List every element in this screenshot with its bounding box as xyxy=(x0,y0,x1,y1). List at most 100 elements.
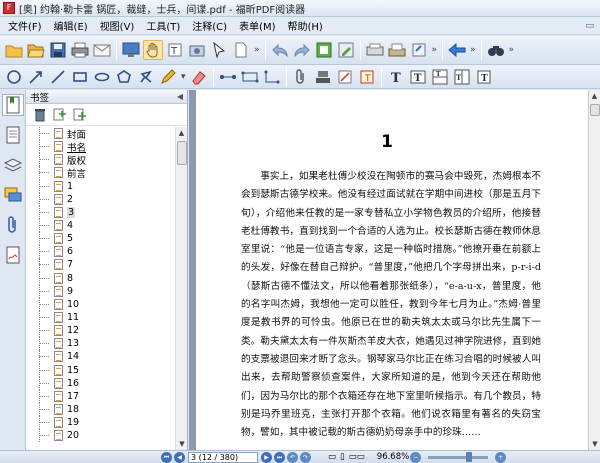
textfield-icon[interactable]: T xyxy=(452,67,472,87)
document-scrollbar[interactable]: ▲ ▼ xyxy=(588,90,600,450)
expand-bookmark-icon[interactable] xyxy=(51,106,69,124)
scroll-up-icon[interactable]: ▲ xyxy=(589,90,600,102)
prev-page-icon[interactable]: ◀ xyxy=(174,451,185,463)
scroll-thumb[interactable] xyxy=(590,104,600,116)
page-green-icon[interactable] xyxy=(314,40,334,60)
typewriter-icon[interactable] xyxy=(387,40,407,60)
layers-tab-icon[interactable] xyxy=(2,154,24,176)
text-t-icon[interactable]: T xyxy=(386,67,406,87)
go-forward-icon[interactable]: ↷ xyxy=(300,451,311,463)
toolbar-overflow-icon[interactable]: » xyxy=(470,45,476,55)
bookmark-item[interactable]: 4 xyxy=(26,218,174,233)
bookmark-item[interactable]: 14 xyxy=(26,350,174,364)
bookmark-item[interactable]: 18 xyxy=(26,402,174,417)
hand-icon[interactable] xyxy=(143,40,163,60)
bookmark-label[interactable]: 12 xyxy=(67,325,79,336)
menu-view[interactable]: 视图(V) xyxy=(94,18,141,33)
email-icon[interactable] xyxy=(92,40,112,60)
bookmark-label[interactable]: 16 xyxy=(67,378,79,389)
bookmark-item[interactable]: 5 xyxy=(26,232,174,246)
bookmark-item[interactable]: 11 xyxy=(26,310,174,325)
scroll-down-icon[interactable]: ▼ xyxy=(589,438,600,450)
add-bookmark-icon[interactable] xyxy=(71,106,89,124)
toolbar-overflow-icon[interactable]: » xyxy=(254,45,260,55)
back-icon[interactable] xyxy=(447,40,467,60)
bookmark-label[interactable]: 前言 xyxy=(67,166,86,180)
callout-icon[interactable]: T xyxy=(430,67,450,87)
menu-file[interactable]: 文件(F) xyxy=(2,18,48,33)
pencil-icon[interactable] xyxy=(158,67,178,87)
bookmark-label[interactable]: 10 xyxy=(67,299,79,310)
file-icon[interactable] xyxy=(231,40,251,60)
continuous-icon[interactable]: ▯ xyxy=(340,452,345,462)
bookmark-item[interactable]: 12 xyxy=(26,324,174,338)
attachments-tab-icon[interactable] xyxy=(2,214,24,236)
comments-tab-icon[interactable] xyxy=(2,184,24,206)
bookmark-item[interactable]: 书名 xyxy=(26,140,174,154)
area-icon[interactable] xyxy=(240,67,260,87)
go-back-icon[interactable]: ↶ xyxy=(287,451,298,463)
open-icon[interactable] xyxy=(26,40,46,60)
bookmark-label[interactable]: 6 xyxy=(67,246,73,257)
zoom-in-icon[interactable]: + xyxy=(495,451,507,463)
dropdown-icon[interactable]: ▾ xyxy=(181,72,186,82)
zoom-value[interactable]: 96.68% xyxy=(377,452,409,462)
polyline-icon[interactable] xyxy=(136,67,156,87)
bookmarks-tab-icon[interactable] xyxy=(2,94,24,116)
bookmark-scrollbar[interactable]: ▲ ▼ xyxy=(175,127,187,450)
replace-icon[interactable] xyxy=(335,67,355,87)
bookmark-item[interactable]: 2 xyxy=(26,192,174,206)
bookmark-item[interactable]: 9 xyxy=(26,284,174,298)
scroll-down-icon[interactable]: ▼ xyxy=(176,438,188,450)
scroll-thumb[interactable] xyxy=(177,141,187,165)
binoculars-icon[interactable] xyxy=(486,40,506,60)
single-page-icon[interactable]: ▭ xyxy=(328,452,336,462)
bookmark-item[interactable]: 1 xyxy=(26,179,174,193)
bookmark-item[interactable]: 7 xyxy=(26,258,174,272)
bookmark-label[interactable]: 19 xyxy=(67,417,79,428)
print-icon[interactable] xyxy=(70,40,90,60)
last-page-icon[interactable]: ⏭ xyxy=(274,451,285,463)
new-folder-icon[interactable] xyxy=(4,40,24,60)
collapse-panel-icon[interactable]: ◀ xyxy=(177,92,183,101)
bookmark-label[interactable]: 7 xyxy=(67,259,73,270)
arrow-icon[interactable] xyxy=(26,67,46,87)
bookmark-label[interactable]: 封面 xyxy=(67,127,86,141)
bookmark-item[interactable]: 13 xyxy=(26,337,174,351)
bookmark-item[interactable]: 15 xyxy=(26,363,174,377)
bookmark-item[interactable]: 8 xyxy=(26,271,174,285)
circle-icon[interactable] xyxy=(4,67,24,87)
bookmark-label[interactable]: 2 xyxy=(67,194,73,205)
undo-icon[interactable] xyxy=(270,40,290,60)
perimeter-icon[interactable] xyxy=(262,67,282,87)
zoom-slider-knob[interactable] xyxy=(466,451,473,462)
menu-tools[interactable]: 工具(T) xyxy=(140,18,186,33)
textbox-icon[interactable]: T xyxy=(408,67,428,87)
facing-icon[interactable]: ▭▭ xyxy=(349,452,365,462)
pdf-page[interactable]: 1 事实上，如果老杜傅少校没在陶顿市的赛马会中毁死，杰姆根本不会到瑟斯古德学校来… xyxy=(196,90,588,450)
attach-icon[interactable] xyxy=(409,40,429,60)
scanner-icon[interactable] xyxy=(365,40,385,60)
bookmark-item[interactable]: 3 xyxy=(26,205,174,219)
screen-icon[interactable] xyxy=(121,40,141,60)
bookmark-label[interactable]: 14 xyxy=(67,351,79,362)
save-icon[interactable] xyxy=(48,40,68,60)
bookmark-item[interactable]: 封面 xyxy=(26,127,174,141)
bookmark-label[interactable]: 9 xyxy=(67,286,73,297)
next-page-icon[interactable]: ▶ xyxy=(261,451,272,463)
zoom-out-icon[interactable]: − xyxy=(410,451,422,463)
menu-comment[interactable]: 注释(C) xyxy=(186,18,233,33)
bookmark-label[interactable]: 17 xyxy=(67,391,79,402)
rectangle-icon[interactable] xyxy=(70,67,90,87)
bookmark-item[interactable]: 6 xyxy=(26,245,174,259)
snapshot-icon[interactable] xyxy=(187,40,207,60)
toolbar-overflow-icon[interactable]: » xyxy=(432,45,438,55)
pin-icon[interactable]: ▭ xyxy=(585,21,594,31)
bookmark-label[interactable]: 3 xyxy=(67,206,76,218)
bookmark-label[interactable]: 书名 xyxy=(67,140,86,154)
bookmark-label[interactable]: 4 xyxy=(67,220,73,231)
bookmark-label[interactable]: 版权 xyxy=(67,153,86,167)
bookmark-label[interactable]: 13 xyxy=(67,338,79,349)
document-view[interactable]: 1 事实上，如果老杜傅少校没在陶顿市的赛马会中毁死，杰姆根本不会到瑟斯古德学校来… xyxy=(189,90,588,450)
menu-edit[interactable]: 编辑(E) xyxy=(48,18,94,33)
